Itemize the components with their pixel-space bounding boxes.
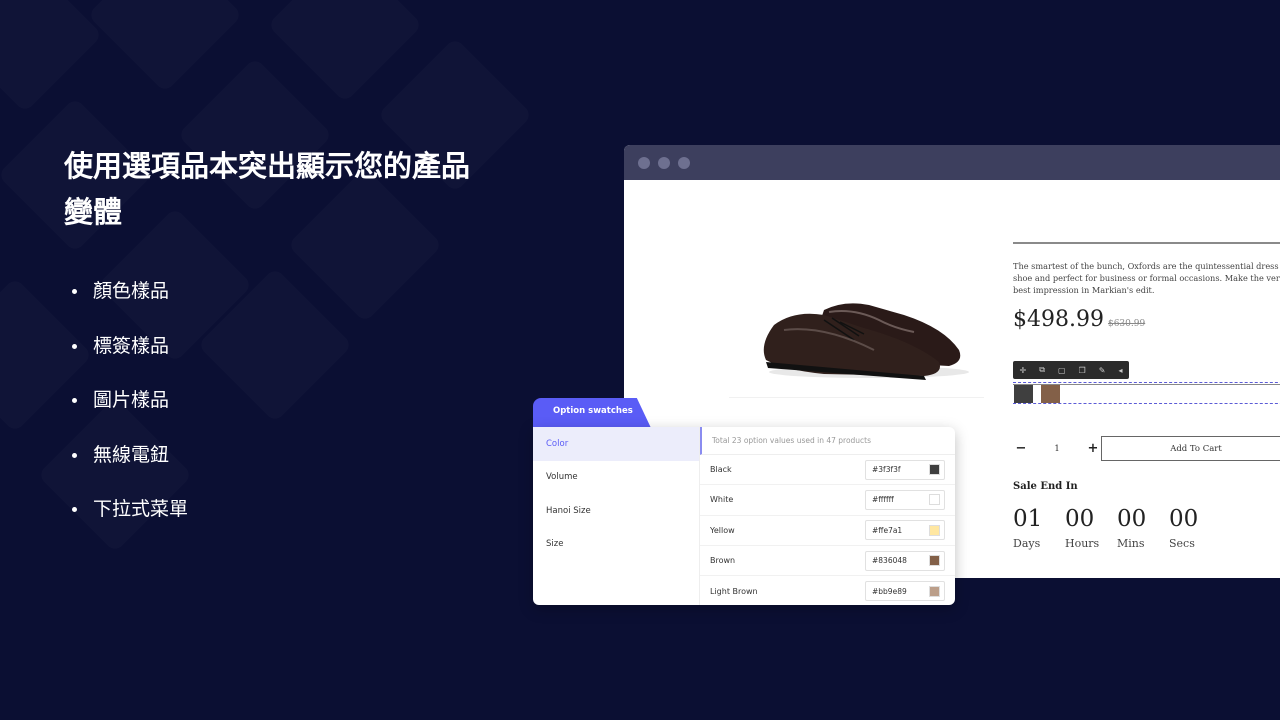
hex-input[interactable]: #ffffff xyxy=(865,489,945,510)
delete-icon[interactable]: ▢ xyxy=(1058,366,1066,375)
feature-item: 無線電鈕 xyxy=(72,440,188,495)
value-row: Brown #836048 xyxy=(700,546,955,577)
color-chip[interactable] xyxy=(929,555,940,567)
value-row: Light Brown #bb9e89 xyxy=(700,576,955,605)
bullet-icon xyxy=(72,398,77,403)
browser-titlebar xyxy=(624,145,1280,180)
option-values: Total 23 option values used in 47 produc… xyxy=(700,427,955,605)
values-summary: Total 23 option values used in 47 produc… xyxy=(700,427,955,455)
window-close-dot[interactable] xyxy=(638,156,650,169)
quantity-stepper: − 1 + xyxy=(1013,436,1101,460)
value-name: Black xyxy=(710,465,732,475)
style-icon[interactable]: ✎ xyxy=(1099,366,1106,375)
headline: 使用選項品本突出顯示您的產品變體 xyxy=(64,149,471,229)
decrease-button[interactable]: − xyxy=(1013,441,1029,456)
divider xyxy=(1013,384,1280,385)
value-name: Brown xyxy=(710,556,736,566)
compare-price: $630.99 xyxy=(1107,319,1146,329)
window-maximize-dot[interactable] xyxy=(678,156,690,169)
divider xyxy=(1013,242,1280,244)
collapse-icon[interactable]: ◂ xyxy=(1118,366,1122,375)
color-chip[interactable] xyxy=(929,494,940,506)
sale-label: Sale End In xyxy=(1013,481,1078,492)
option-swatches-panel: Color Volume Hanoi Size Size Total 23 op… xyxy=(533,427,955,605)
quantity-value[interactable]: 1 xyxy=(1054,444,1059,453)
countdown-hours: 00 Hours xyxy=(1065,506,1100,550)
hex-input[interactable]: #3f3f3f xyxy=(865,459,945,480)
color-chip[interactable] xyxy=(929,585,940,597)
value-name: Light Brown xyxy=(710,586,758,596)
option-color[interactable]: Color xyxy=(533,427,699,461)
value-row: Yellow #ffe7a1 xyxy=(700,516,955,546)
value-name: Yellow xyxy=(710,525,735,535)
option-swatches-tab[interactable]: Option swatches xyxy=(533,398,651,428)
countdown-days: 01 Days xyxy=(1013,506,1043,550)
swatch-brown[interactable] xyxy=(1041,385,1060,403)
bullet-icon xyxy=(72,343,77,349)
image-divider xyxy=(729,397,984,398)
hex-input[interactable]: #836048 xyxy=(865,550,945,571)
price: $498.99 xyxy=(1013,307,1104,332)
bullet-icon xyxy=(72,452,77,458)
feature-item: 下拉式菜單 xyxy=(72,494,188,549)
countdown-timer: 01 Days 00 Hours 00 Mins 00 Secs xyxy=(1013,505,1221,550)
block-edit-toolbar: ✛ ⧉ ▢ ❐ ✎ ◂ xyxy=(1013,361,1129,379)
countdown-secs: 00 Secs xyxy=(1169,506,1199,550)
window-minimize-dot[interactable] xyxy=(658,156,670,169)
value-row: Black #3f3f3f xyxy=(700,455,955,486)
hex-input[interactable]: #ffe7a1 xyxy=(865,520,945,541)
feature-item: 標簽樣品 xyxy=(72,331,188,386)
value-name: White xyxy=(710,495,734,505)
feature-item: 圖片樣品 xyxy=(72,385,188,440)
feature-item: 顏色樣品 xyxy=(72,276,188,331)
option-size[interactable]: Size xyxy=(533,528,699,562)
option-list: Color Volume Hanoi Size Size xyxy=(533,427,700,605)
feature-list: 顏色樣品 標簽樣品 圖片樣品 無線電鈕 下拉式菜單 xyxy=(72,276,188,549)
move-icon[interactable]: ✛ xyxy=(1020,366,1027,375)
product-description: The smartest of the bunch, Oxfords are t… xyxy=(1013,261,1280,295)
option-volume[interactable]: Volume xyxy=(533,461,699,495)
product-image xyxy=(763,303,969,380)
copy-icon[interactable]: ❐ xyxy=(1079,366,1086,375)
bullet-icon xyxy=(72,289,77,294)
color-chip[interactable] xyxy=(929,464,940,476)
swatch-row xyxy=(1013,382,1280,404)
increase-button[interactable]: + xyxy=(1085,441,1101,456)
add-to-cart-button[interactable]: Add To Cart xyxy=(1101,436,1280,461)
hex-input[interactable]: #bb9e89 xyxy=(865,581,945,602)
color-chip[interactable] xyxy=(929,524,940,536)
value-row: White #ffffff xyxy=(700,485,955,516)
option-hanoi-size[interactable]: Hanoi Size xyxy=(533,494,699,528)
price-block: $498.99 $630.99 xyxy=(1013,307,1145,332)
duplicate-icon[interactable]: ⧉ xyxy=(1039,365,1045,375)
bullet-icon xyxy=(72,507,77,512)
swatch-black[interactable] xyxy=(1014,385,1033,403)
countdown-mins: 00 Mins xyxy=(1117,506,1147,550)
